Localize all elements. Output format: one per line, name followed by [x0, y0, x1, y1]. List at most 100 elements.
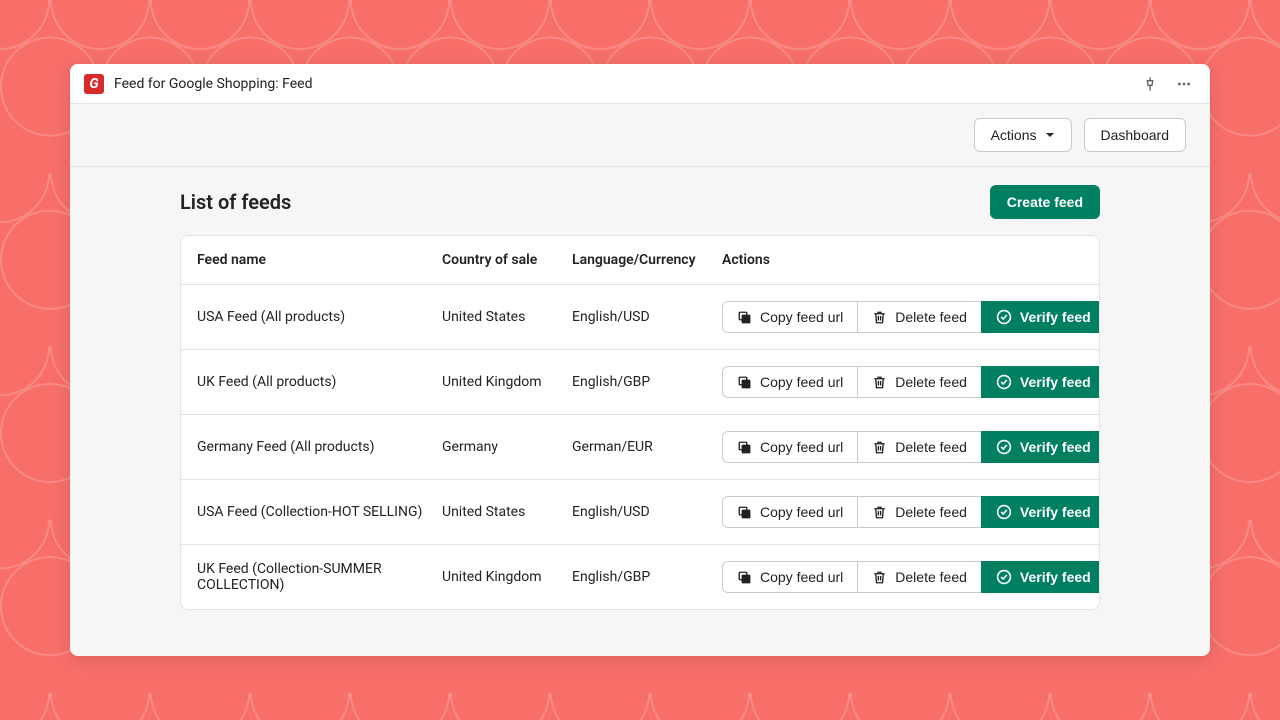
cell-lang: English/GBP — [572, 374, 722, 390]
pin-icon[interactable] — [1138, 72, 1162, 96]
copy-feed-url-button[interactable]: Copy feed url — [722, 431, 858, 463]
app-logo: G — [84, 74, 104, 94]
copy-label: Copy feed url — [760, 439, 843, 455]
titlebar: G Feed for Google Shopping: Feed — [70, 64, 1210, 104]
dashboard-button[interactable]: Dashboard — [1084, 118, 1187, 152]
delete-label: Delete feed — [895, 439, 967, 455]
row-action-group: Copy feed url Delete feed — [722, 431, 1100, 463]
copy-icon — [737, 310, 752, 325]
check-circle-icon — [996, 309, 1012, 325]
cell-country: United States — [442, 504, 572, 520]
verify-feed-button[interactable]: Verify feed — [981, 366, 1100, 398]
page-header: List of feeds Create feed — [180, 185, 1100, 219]
cell-actions: Copy feed url Delete feed — [722, 496, 1100, 528]
delete-feed-button[interactable]: Delete feed — [857, 561, 982, 593]
copy-label: Copy feed url — [760, 374, 843, 390]
col-header-country: Country of sale — [442, 252, 572, 268]
copy-feed-url-button[interactable]: Copy feed url — [722, 301, 858, 333]
cell-actions: Copy feed url Delete feed — [722, 366, 1100, 398]
trash-icon — [872, 505, 887, 520]
copy-icon — [737, 570, 752, 585]
actions-label: Actions — [991, 127, 1037, 143]
trash-icon — [872, 570, 887, 585]
verify-feed-button[interactable]: Verify feed — [981, 431, 1100, 463]
background-pattern: G Feed for Google Shopping: Feed Actions — [0, 0, 1280, 720]
table-row: USA Feed (Collection-HOT SELLING) United… — [181, 479, 1099, 544]
cell-actions: Copy feed url Delete feed — [722, 561, 1100, 593]
feeds-table: Feed name Country of sale Language/Curre… — [180, 235, 1100, 610]
delete-label: Delete feed — [895, 569, 967, 585]
cell-feed-name: UK Feed (Collection-SUMMER COLLECTION) — [197, 561, 442, 593]
copy-icon — [737, 440, 752, 455]
verify-label: Verify feed — [1020, 569, 1091, 585]
delete-feed-button[interactable]: Delete feed — [857, 431, 982, 463]
copy-icon — [737, 375, 752, 390]
verify-feed-button[interactable]: Verify feed — [981, 496, 1100, 528]
delete-feed-button[interactable]: Delete feed — [857, 366, 982, 398]
verify-feed-button[interactable]: Verify feed — [981, 561, 1100, 593]
verify-label: Verify feed — [1020, 504, 1091, 520]
app-title: Feed for Google Shopping: Feed — [114, 76, 312, 92]
actions-dropdown[interactable]: Actions — [974, 118, 1072, 152]
copy-label: Copy feed url — [760, 504, 843, 520]
create-feed-button[interactable]: Create feed — [990, 185, 1100, 219]
cell-lang: English/USD — [572, 309, 722, 325]
toolbar: Actions Dashboard — [70, 104, 1210, 167]
cell-feed-name: USA Feed (All products) — [197, 309, 442, 325]
table-row: UK Feed (Collection-SUMMER COLLECTION) U… — [181, 544, 1099, 609]
verify-feed-button[interactable]: Verify feed — [981, 301, 1100, 333]
cell-country: United Kingdom — [442, 374, 572, 390]
trash-icon — [872, 310, 887, 325]
dashboard-label: Dashboard — [1101, 127, 1170, 143]
cell-country: United Kingdom — [442, 569, 572, 585]
row-action-group: Copy feed url Delete feed — [722, 496, 1100, 528]
cell-feed-name: USA Feed (Collection-HOT SELLING) — [197, 504, 442, 520]
delete-label: Delete feed — [895, 309, 967, 325]
cell-country: United States — [442, 309, 572, 325]
verify-label: Verify feed — [1020, 309, 1091, 325]
cell-feed-name: Germany Feed (All products) — [197, 439, 442, 455]
check-circle-icon — [996, 504, 1012, 520]
cell-actions: Copy feed url Delete feed — [722, 301, 1100, 333]
page-title: List of feeds — [180, 190, 291, 214]
copy-label: Copy feed url — [760, 309, 843, 325]
app-window: G Feed for Google Shopping: Feed Actions — [70, 64, 1210, 656]
copy-feed-url-button[interactable]: Copy feed url — [722, 496, 858, 528]
col-header-lang: Language/Currency — [572, 252, 722, 268]
trash-icon — [872, 440, 887, 455]
table-row: Germany Feed (All products) Germany Germ… — [181, 414, 1099, 479]
content-area: List of feeds Create feed Feed name Coun… — [70, 167, 1210, 656]
table-header: Feed name Country of sale Language/Curre… — [181, 236, 1099, 285]
check-circle-icon — [996, 439, 1012, 455]
verify-label: Verify feed — [1020, 439, 1091, 455]
cell-lang: German/EUR — [572, 439, 722, 455]
copy-label: Copy feed url — [760, 569, 843, 585]
table-row: USA Feed (All products) United States En… — [181, 285, 1099, 349]
table-row: UK Feed (All products) United Kingdom En… — [181, 349, 1099, 414]
cell-lang: English/USD — [572, 504, 722, 520]
col-header-actions: Actions — [722, 252, 1083, 268]
row-action-group: Copy feed url Delete feed — [722, 561, 1100, 593]
table-body: USA Feed (All products) United States En… — [181, 285, 1099, 609]
copy-icon — [737, 505, 752, 520]
row-action-group: Copy feed url Delete feed — [722, 301, 1100, 333]
check-circle-icon — [996, 374, 1012, 390]
verify-label: Verify feed — [1020, 374, 1091, 390]
cell-lang: English/GBP — [572, 569, 722, 585]
copy-feed-url-button[interactable]: Copy feed url — [722, 561, 858, 593]
delete-feed-button[interactable]: Delete feed — [857, 496, 982, 528]
chevron-down-icon — [1045, 130, 1055, 140]
delete-feed-button[interactable]: Delete feed — [857, 301, 982, 333]
cell-actions: Copy feed url Delete feed — [722, 431, 1100, 463]
cell-feed-name: UK Feed (All products) — [197, 374, 442, 390]
col-header-name: Feed name — [197, 252, 442, 268]
row-action-group: Copy feed url Delete feed — [722, 366, 1100, 398]
delete-label: Delete feed — [895, 504, 967, 520]
cell-country: Germany — [442, 439, 572, 455]
trash-icon — [872, 375, 887, 390]
create-feed-label: Create feed — [1007, 194, 1083, 210]
copy-feed-url-button[interactable]: Copy feed url — [722, 366, 858, 398]
check-circle-icon — [996, 569, 1012, 585]
delete-label: Delete feed — [895, 374, 967, 390]
more-icon[interactable] — [1172, 72, 1196, 96]
